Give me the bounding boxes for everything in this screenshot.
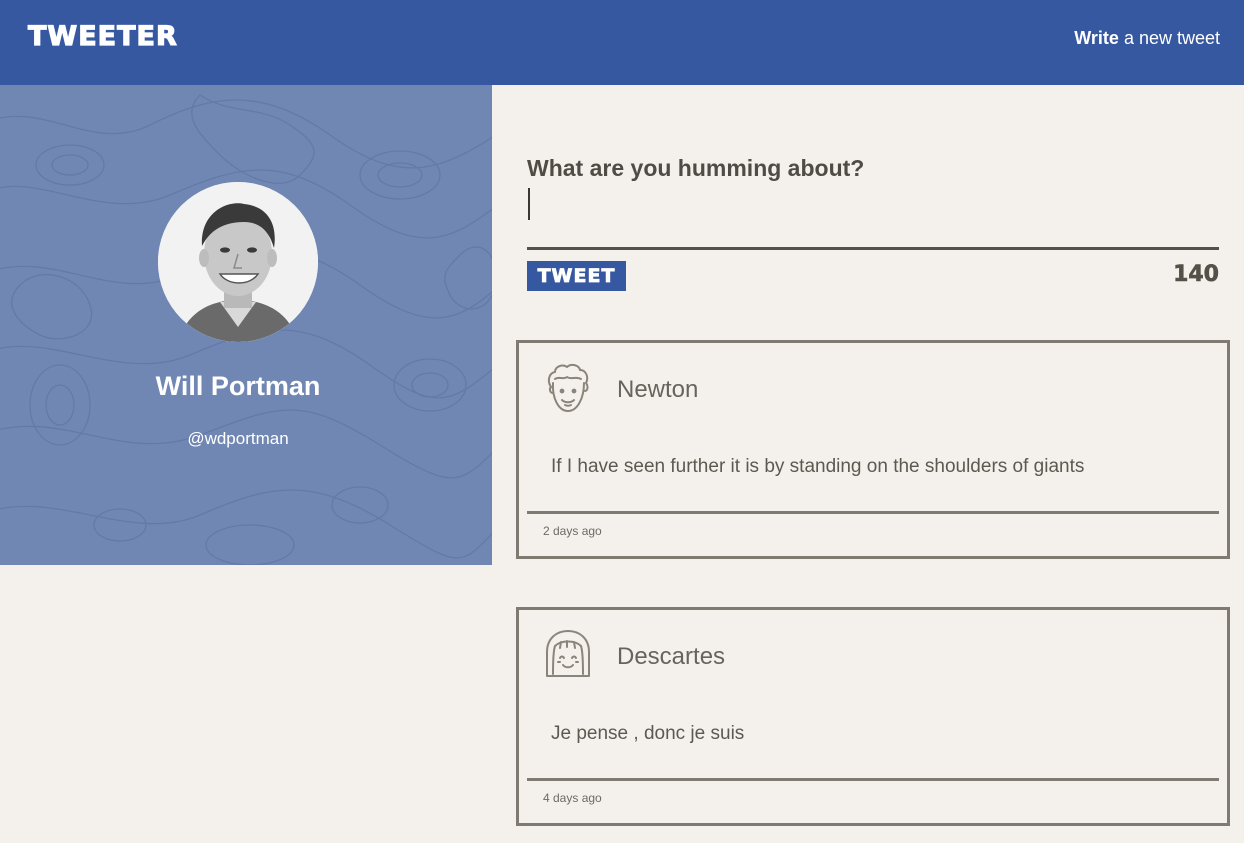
curly-hair-face-icon — [547, 363, 589, 412]
tweet-timestamp: 2 days ago — [543, 524, 602, 538]
tweet-timestamp: 4 days ago — [543, 791, 602, 805]
tweet-divider — [527, 778, 1219, 781]
text-caret — [528, 188, 530, 220]
bob-hair-face-icon — [546, 630, 590, 677]
profile-handle: @wdportman — [187, 429, 289, 448]
nav-bar: TWEETER Write a new tweet — [0, 0, 1244, 85]
profile-avatar — [158, 182, 318, 342]
write-new-tweet-link[interactable]: Write a new tweet — [1074, 27, 1220, 49]
tweet-textarea[interactable] — [527, 188, 1219, 250]
compose-prompt: What are you humming about? — [527, 155, 865, 181]
character-counter: 140 — [1173, 262, 1220, 288]
write-new-tweet-bold: Write — [1074, 28, 1119, 48]
tweet-divider — [527, 511, 1219, 514]
tweet-card: Newton If I have seen further it is by s… — [516, 340, 1230, 559]
tweet-author[interactable]: Descartes — [617, 643, 725, 671]
profile-name: Will Portman — [155, 371, 321, 401]
person-photo-icon — [158, 182, 318, 342]
tweet-author[interactable]: Newton — [617, 376, 698, 404]
profile-panel: Will Portman @wdportman — [0, 85, 492, 565]
tweet-content: If I have seen further it is by standing… — [551, 456, 1085, 477]
write-new-tweet-rest: a new tweet — [1118, 28, 1220, 48]
brand-logo[interactable]: TWEETER — [27, 21, 178, 52]
tweet-card: Descartes Je pense , donc je suis 4 days… — [516, 607, 1230, 826]
tweet-submit-button[interactable]: TWEET — [527, 261, 626, 291]
compose-form: What are you humming about? TWEET 140 — [527, 150, 1219, 295]
tweet-content: Je pense , donc je suis — [551, 723, 745, 744]
